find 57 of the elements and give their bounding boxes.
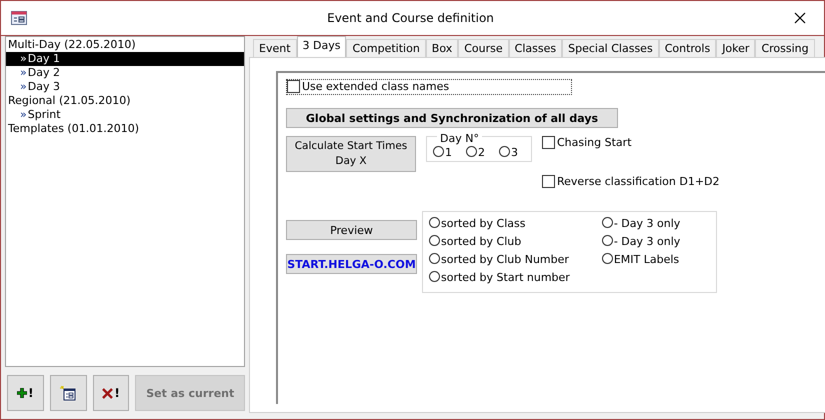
checkbox-label: Use extended class names: [302, 80, 450, 93]
tab[interactable]: 3 Days: [296, 36, 346, 57]
form-icon: [60, 386, 76, 400]
tree-item[interactable]: »Day 1: [6, 52, 244, 66]
preview-button[interactable]: Preview: [286, 220, 417, 240]
tab[interactable]: Course: [458, 39, 509, 57]
radio-button[interactable]: [429, 235, 440, 246]
tree-item[interactable]: »Sprint: [6, 108, 244, 122]
checkbox-label: Reverse classification D1+D2: [557, 175, 720, 188]
tab[interactable]: Competition: [346, 39, 426, 57]
tree-item[interactable]: »Day 3: [6, 80, 244, 94]
tree-item[interactable]: Regional (21.05.2010): [6, 94, 244, 108]
radio-label: sorted by Class: [441, 217, 526, 230]
radio-label: sorted by Club Number: [441, 253, 569, 266]
form-button[interactable]: [50, 375, 87, 411]
close-icon[interactable]: [794, 12, 806, 24]
radio-button[interactable]: [466, 146, 477, 157]
delete-button[interactable]: !: [92, 375, 130, 411]
radio-button[interactable]: [499, 146, 510, 157]
tab[interactable]: Classes: [508, 39, 562, 57]
radio-button[interactable]: [429, 253, 440, 264]
tab[interactable]: Joker: [716, 39, 756, 57]
tab[interactable]: Controls: [658, 39, 716, 57]
plus-icon: [17, 388, 28, 398]
radio-button[interactable]: [602, 235, 613, 246]
radio-label: 1: [445, 146, 452, 159]
radio-button[interactable]: [433, 146, 444, 157]
radio-label: EMIT Labels: [614, 253, 680, 266]
radio-label: sorted by Start number: [441, 271, 570, 284]
radio-button[interactable]: [429, 271, 440, 282]
tab[interactable]: Crossing: [755, 39, 815, 57]
radio-label: 3: [511, 146, 518, 159]
radio-label: - Day 3 only: [614, 217, 680, 230]
radio-label: sorted by Club: [441, 235, 522, 248]
cross-icon: [102, 388, 114, 398]
radio-button[interactable]: [602, 253, 613, 264]
calculate-button[interactable]: Calculate Start Times Day X: [286, 136, 416, 172]
checkbox[interactable]: [287, 80, 300, 93]
tab[interactable]: Event: [253, 39, 297, 57]
tree-item[interactable]: Templates (01.01.2010): [6, 122, 244, 136]
radio-label: - Day 3 only: [614, 235, 680, 248]
add-button[interactable]: !: [7, 375, 44, 411]
radio-button[interactable]: [429, 217, 440, 228]
global-settings-button[interactable]: Global settings and Synchronization of all days: [286, 108, 618, 128]
radio-label: 2: [478, 146, 485, 159]
tree-item[interactable]: »Day 2: [6, 66, 244, 80]
tab[interactable]: Special Classes: [562, 39, 659, 57]
checkbox[interactable]: [542, 175, 555, 188]
tree-item[interactable]: Multi-Day (22.05.2010): [6, 38, 244, 52]
group-title: Day N°: [437, 132, 482, 145]
checkbox[interactable]: [542, 136, 555, 149]
form-icon: [11, 11, 27, 25]
radio-button[interactable]: [602, 217, 613, 228]
website-link-button[interactable]: START.HELGA-O.COM: [286, 254, 417, 274]
checkbox-label: Chasing Start: [557, 136, 632, 149]
tab[interactable]: Box: [426, 39, 458, 57]
window-title: Event and Course definition: [326, 11, 495, 25]
